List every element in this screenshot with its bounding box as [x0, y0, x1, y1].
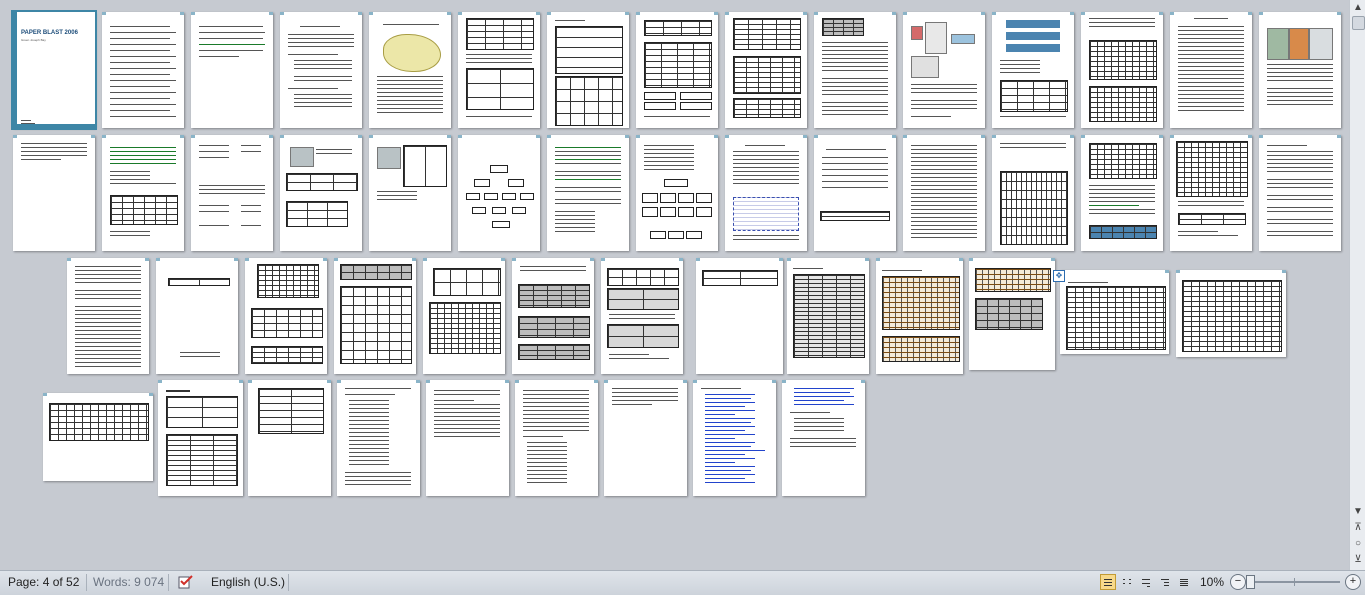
next-page-button[interactable]: ⊻: [1352, 554, 1364, 566]
page-thumbnail[interactable]: [423, 258, 505, 374]
page-thumbnail[interactable]: [102, 135, 184, 251]
page-thumbnail[interactable]: [1259, 135, 1341, 251]
page-thumbnail[interactable]: [191, 135, 273, 251]
zoom-level[interactable]: 10%: [1200, 575, 1224, 589]
page-thumbnail[interactable]: [782, 380, 865, 496]
page-thumbnail[interactable]: [601, 258, 683, 374]
page-thumbnail[interactable]: [280, 12, 362, 128]
page-thumbnail[interactable]: [992, 135, 1074, 251]
page-thumbnail[interactable]: [636, 12, 718, 128]
page-thumbnail[interactable]: [1170, 135, 1252, 251]
page-thumbnail[interactable]: [969, 258, 1055, 370]
page-thumbnail[interactable]: [787, 258, 869, 374]
page-thumbnail[interactable]: [337, 380, 420, 496]
page-thumbnail[interactable]: [814, 12, 896, 128]
select-browse-object-button[interactable]: ○: [1352, 538, 1364, 550]
page-thumbnail[interactable]: [369, 135, 451, 251]
full-screen-reading-button[interactable]: [1119, 574, 1135, 590]
word-count[interactable]: Words: 9 074: [93, 575, 164, 589]
web-layout-button[interactable]: [1138, 574, 1154, 590]
page-thumbnail[interactable]: [43, 393, 153, 481]
page-thumbnail[interactable]: [515, 380, 598, 496]
page-thumbnail[interactable]: [426, 380, 509, 496]
proofing-check-icon[interactable]: [178, 574, 194, 590]
page-thumbnail[interactable]: [1081, 135, 1163, 251]
page-thumbnail[interactable]: [547, 12, 629, 128]
zoom-slider-center-tick: [1294, 578, 1295, 586]
print-layout-button[interactable]: [1100, 574, 1116, 590]
page-thumbnail[interactable]: [512, 258, 594, 374]
draft-button[interactable]: [1176, 574, 1192, 590]
page-thumbnail[interactable]: [604, 380, 687, 496]
page-thumbnail[interactable]: [903, 12, 985, 128]
page-thumbnail[interactable]: [1060, 270, 1169, 354]
cover-subtitle: Green Joseph Bay: [21, 38, 46, 42]
page-thumbnail[interactable]: [102, 12, 184, 128]
cover-title: PAPER BLAST 2006: [21, 30, 78, 36]
page-count[interactable]: Page: 4 of 52: [8, 575, 79, 589]
page-thumbnail[interactable]: [369, 12, 451, 128]
page-thumbnail[interactable]: [245, 258, 327, 374]
page-thumbnail[interactable]: [1081, 12, 1163, 128]
page-thumbnail[interactable]: [156, 258, 238, 374]
scroll-up-button[interactable]: ▲: [1352, 2, 1364, 14]
page-thumbnail[interactable]: [814, 135, 896, 251]
language-indicator[interactable]: English (U.S.): [211, 575, 285, 589]
page-thumbnail[interactable]: [1259, 12, 1341, 128]
page-thumbnail[interactable]: [696, 258, 783, 374]
page-thumbnail[interactable]: [636, 135, 718, 251]
status-bar: Page: 4 of 52 Words: 9 074 English (U.S.…: [0, 570, 1365, 595]
zoom-in-button[interactable]: +: [1345, 574, 1361, 590]
page-thumbnail[interactable]: [547, 135, 629, 251]
page-thumbnail[interactable]: [458, 135, 540, 251]
zoom-slider-thumb[interactable]: [1246, 575, 1255, 589]
scroll-down-button[interactable]: ▼: [1352, 506, 1364, 518]
scroll-thumb[interactable]: [1352, 16, 1365, 30]
vertical-scrollbar[interactable]: ▲ ▼ ⊼ ○ ⊻: [1349, 0, 1365, 570]
page-thumbnail[interactable]: [876, 258, 963, 374]
page-thumbnail[interactable]: [693, 380, 776, 496]
document-workspace[interactable]: PAPER BLAST 2006 Green Joseph Bay ✥: [0, 0, 1349, 570]
page-thumbnail[interactable]: [280, 135, 362, 251]
map-figure: [383, 34, 441, 72]
page-thumbnail[interactable]: [1170, 12, 1252, 128]
page-thumbnail[interactable]: [334, 258, 416, 374]
page-thumbnail[interactable]: [158, 380, 243, 496]
previous-page-button[interactable]: ⊼: [1352, 522, 1364, 534]
page-thumbnail[interactable]: PAPER BLAST 2006 Green Joseph Bay: [11, 10, 97, 130]
page-thumbnail[interactable]: [67, 258, 149, 374]
page-thumbnail[interactable]: [903, 135, 985, 251]
outline-button[interactable]: [1157, 574, 1173, 590]
page-thumbnail[interactable]: [248, 380, 331, 496]
page-thumbnail[interactable]: [725, 12, 807, 128]
page-thumbnail[interactable]: [992, 12, 1074, 128]
zoom-out-button[interactable]: −: [1230, 574, 1246, 590]
page-thumbnail[interactable]: [458, 12, 540, 128]
page-thumbnail[interactable]: [1176, 270, 1286, 357]
page-thumbnail[interactable]: [725, 135, 807, 251]
page-thumbnail[interactable]: [191, 12, 273, 128]
move-handle-icon[interactable]: ✥: [1053, 270, 1065, 282]
page-thumbnail[interactable]: [13, 135, 95, 251]
